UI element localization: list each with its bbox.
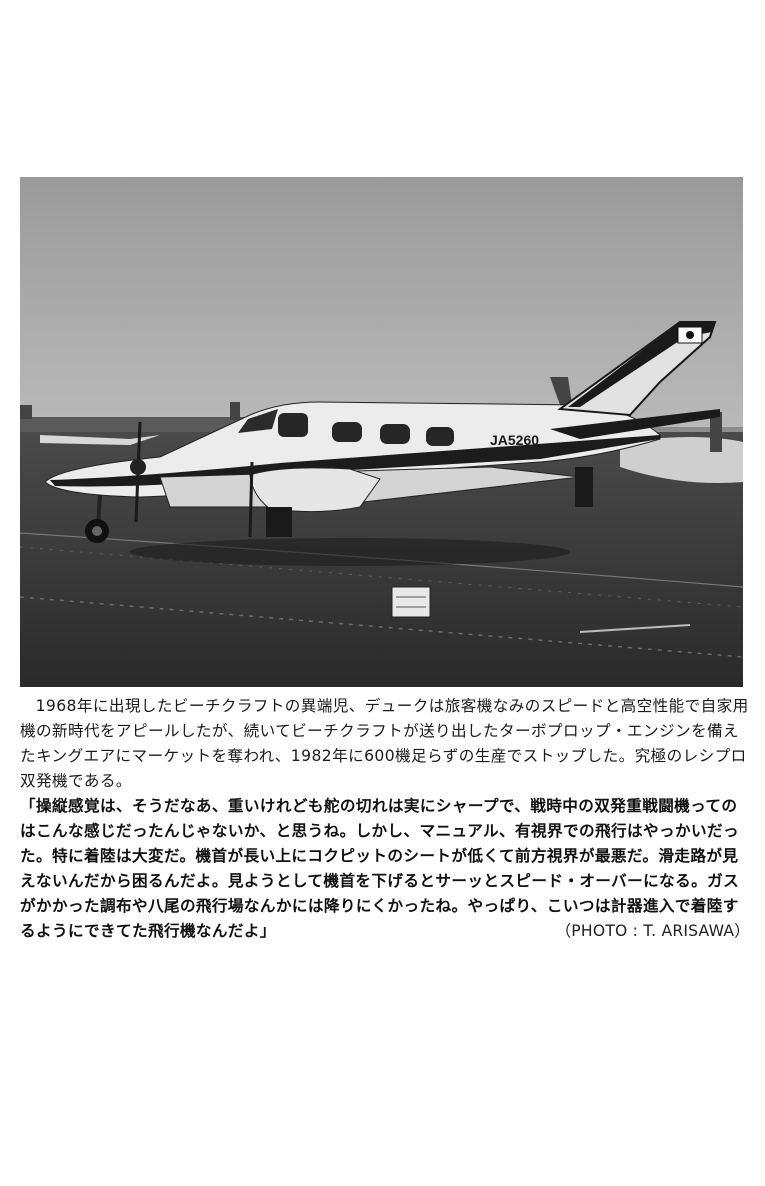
quote-text: 「操縦感覚は、そうだなあ、重いけれども舵の切れは実にシャープで、戦時中の双発重戦…	[20, 797, 740, 940]
aircraft-registration: JA5260	[490, 432, 539, 448]
aircraft-photo: JA5260	[20, 177, 743, 687]
photo-caption: 1968年に出現したビーチクラフトの異端児、デュークは旅客機なみのスピードと高空…	[20, 697, 749, 790]
pilot-quote: 「操縦感覚は、そうだなあ、重いけれども舵の切れは実にシャープで、戦時中の双発重戦…	[20, 794, 750, 944]
photo-credit: （PHOTO : T. ARISAWA）	[555, 922, 750, 940]
article-text: 1968年に出現したビーチクラフトの異端児、デュークは旅客機なみのスピードと高空…	[20, 694, 750, 944]
